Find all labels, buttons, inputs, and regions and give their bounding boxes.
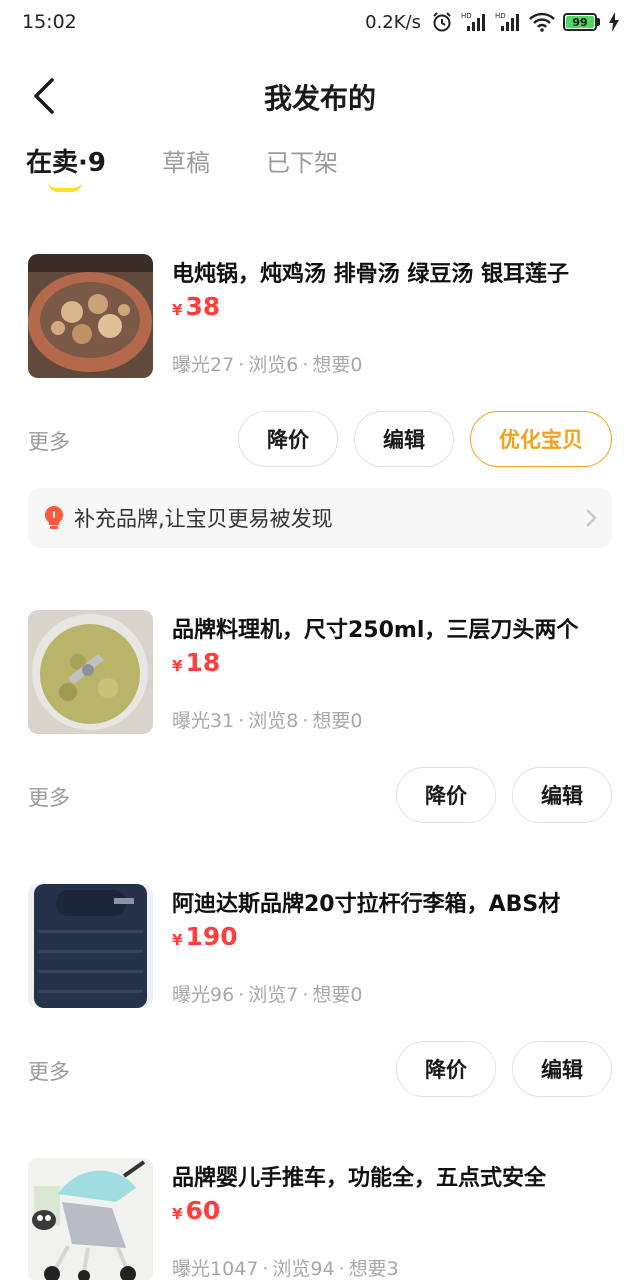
listing-actions: 降价 编辑 [396, 767, 612, 823]
page-header: 我发布的 [0, 62, 640, 132]
stat-exposure: 曝光27 [172, 354, 235, 376]
stat-exposure: 曝光96 [172, 984, 235, 1006]
brand-tip-bar[interactable]: 补充品牌,让宝贝更易被发现 [28, 488, 612, 548]
listing-actions: 降价 编辑 优化宝贝 [238, 411, 612, 467]
stat-exposure: 曝光1047 [172, 1258, 259, 1280]
listing-title[interactable]: 电炖锅，炖鸡汤 排骨汤 绿豆汤 银耳莲子 [172, 256, 612, 288]
tab-active-indicator [48, 182, 82, 192]
stat-views: 浏览6 [248, 354, 299, 376]
listing-price: ¥190 [172, 922, 238, 951]
listing-stats: 曝光1047 · 浏览94 · 想要3 [172, 1258, 399, 1280]
network-speed: 0.2K/s [365, 11, 421, 33]
svg-text:HD: HD [495, 12, 506, 20]
stat-views: 浏览94 [272, 1258, 335, 1280]
slow-cooker-photo[interactable] [28, 254, 153, 378]
tab-on-sale[interactable]: 在卖·9 [26, 140, 106, 192]
signal-hd-icon: HD [495, 11, 521, 33]
reduce-price-button[interactable]: 降价 [238, 411, 338, 467]
stat-views: 浏览8 [248, 710, 299, 732]
listing-stats: 曝光31 · 浏览8 · 想要0 [172, 710, 363, 732]
stat-wants: 想要0 [312, 354, 363, 376]
status-icons: 0.2K/s HD HD 99 [365, 11, 620, 33]
listing-title[interactable]: 品牌婴儿手推车，功能全，五点式安全 [172, 1160, 612, 1192]
status-tabs: 在卖·9 草稿 已下架 [26, 140, 338, 200]
wifi-icon [529, 11, 555, 33]
tab-drafts[interactable]: 草稿 [162, 140, 210, 186]
signal-hd-icon: HD [461, 11, 487, 33]
page-title: 我发布的 [263, 82, 376, 115]
stroller-photo[interactable] [28, 1158, 153, 1280]
charging-icon [608, 11, 620, 33]
tab-delisted[interactable]: 已下架 [266, 140, 338, 186]
listing-price: ¥60 [172, 1196, 221, 1225]
edit-button[interactable]: 编辑 [512, 1041, 612, 1097]
stat-wants: 想要0 [312, 984, 363, 1006]
status-bar: 15:02 0.2K/s HD HD 99 [0, 0, 640, 44]
battery-icon: 99 [563, 13, 600, 31]
edit-button[interactable]: 编辑 [354, 411, 454, 467]
svg-text:HD: HD [461, 12, 472, 20]
listing-price: ¥18 [172, 648, 221, 677]
reduce-price-button[interactable]: 降价 [396, 1041, 496, 1097]
stat-wants: 想要3 [348, 1258, 399, 1280]
reduce-price-button[interactable]: 降价 [396, 767, 496, 823]
back-button[interactable] [24, 76, 64, 116]
listing-title[interactable]: 阿迪达斯品牌20寸拉杆行李箱，ABS材 [172, 886, 612, 918]
listing-stats: 曝光96 · 浏览7 · 想要0 [172, 984, 363, 1006]
edit-button[interactable]: 编辑 [512, 767, 612, 823]
listing-stats: 曝光27 · 浏览6 · 想要0 [172, 354, 363, 376]
chevron-right-icon [586, 509, 597, 527]
listing-title[interactable]: 品牌料理机，尺寸250ml，三层刀头两个 [172, 612, 612, 644]
more-button[interactable]: 更多 [28, 782, 70, 812]
stat-views: 浏览7 [248, 984, 299, 1006]
tab-label: 在卖·9 [26, 148, 106, 178]
stat-wants: 想要0 [312, 710, 363, 732]
status-time: 15:02 [22, 11, 77, 33]
more-button[interactable]: 更多 [28, 426, 70, 456]
tip-text: 补充品牌,让宝贝更易被发现 [74, 507, 333, 531]
alarm-icon [431, 11, 453, 33]
battery-level: 99 [566, 16, 594, 28]
lightbulb-icon [44, 505, 64, 529]
optimize-listing-button[interactable]: 优化宝贝 [470, 411, 612, 467]
listing-actions: 降价 编辑 [396, 1041, 612, 1097]
suitcase-photo[interactable] [28, 884, 153, 1008]
more-button[interactable]: 更多 [28, 1056, 70, 1086]
food-processor-photo[interactable] [28, 610, 153, 734]
back-arrow-icon [34, 78, 54, 114]
listing-price: ¥38 [172, 292, 221, 321]
stat-exposure: 曝光31 [172, 710, 235, 732]
